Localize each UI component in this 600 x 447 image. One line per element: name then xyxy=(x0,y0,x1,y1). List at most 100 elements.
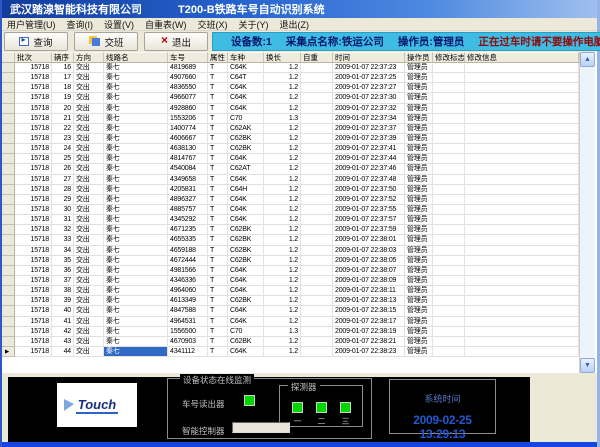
grid-cell[interactable]: 管理员 xyxy=(405,63,433,73)
grid-cell[interactable] xyxy=(433,205,465,215)
grid-cell[interactable]: 15718 xyxy=(15,266,52,276)
record-selector-cell[interactable] xyxy=(2,276,15,286)
grid-cell[interactable]: 1.2 xyxy=(264,246,301,256)
record-selector-cell[interactable] xyxy=(2,164,15,174)
grid-cell[interactable] xyxy=(465,104,579,114)
grid-cell[interactable] xyxy=(465,185,579,195)
grid-cell[interactable]: 2009-01-07 22:37:25 xyxy=(333,73,405,83)
grid-cell[interactable]: 2009-01-07 22:37:30 xyxy=(333,93,405,103)
grid-cell[interactable]: 管理员 xyxy=(405,144,433,154)
grid-cell[interactable]: 交出 xyxy=(74,83,104,93)
grid-cell[interactable]: 管理员 xyxy=(405,83,433,93)
grid-cell[interactable] xyxy=(301,306,333,316)
grid-cell[interactable]: 34 xyxy=(52,246,74,256)
grid-cell[interactable]: T xyxy=(208,215,228,225)
grid-cell[interactable]: 4346336 xyxy=(168,276,208,286)
grid-cell[interactable]: 秦七 xyxy=(104,276,168,286)
grid-cell[interactable] xyxy=(301,266,333,276)
grid-cell[interactable]: 管理员 xyxy=(405,337,433,347)
grid-cell[interactable]: 交出 xyxy=(74,225,104,235)
grid-cell[interactable]: 交出 xyxy=(74,63,104,73)
grid-cell[interactable]: 15718 xyxy=(15,73,52,83)
grid-cell[interactable]: 1.2 xyxy=(264,83,301,93)
grid-cell[interactable] xyxy=(433,296,465,306)
grid-cell[interactable]: 2009-01-07 22:38:19 xyxy=(333,327,405,337)
grid-cell[interactable]: 2009-01-07 22:38:15 xyxy=(333,306,405,316)
grid-cell[interactable]: 交出 xyxy=(74,185,104,195)
grid-cell[interactable]: 秦七 xyxy=(104,63,168,73)
grid-cell[interactable]: 管理员 xyxy=(405,296,433,306)
grid-cell[interactable] xyxy=(433,93,465,103)
grid-cell[interactable]: 管理员 xyxy=(405,286,433,296)
grid-cell[interactable]: 2009-01-07 22:37:41 xyxy=(333,144,405,154)
grid-cell[interactable]: 2009-01-07 22:37:50 xyxy=(333,185,405,195)
record-selector-cell[interactable] xyxy=(2,124,15,134)
grid-cell[interactable]: 管理员 xyxy=(405,276,433,286)
grid-cell[interactable] xyxy=(301,134,333,144)
grid-cell[interactable]: 1400774 xyxy=(168,124,208,134)
grid-cell[interactable]: 33 xyxy=(52,235,74,245)
grid-cell[interactable] xyxy=(465,235,579,245)
grid-cell[interactable]: T xyxy=(208,347,228,357)
record-selector-cell[interactable] xyxy=(2,225,15,235)
grid-cell[interactable] xyxy=(465,317,579,327)
grid-cell[interactable]: 15718 xyxy=(15,104,52,114)
grid-cell[interactable]: 4885757 xyxy=(168,205,208,215)
grid-cell[interactable]: 22 xyxy=(52,124,74,134)
grid-cell[interactable]: T xyxy=(208,276,228,286)
grid-cell[interactable]: 秦七 xyxy=(104,205,168,215)
grid-cell[interactable]: T xyxy=(208,256,228,266)
grid-cell[interactable]: T xyxy=(208,124,228,134)
grid-cell[interactable] xyxy=(301,154,333,164)
grid-cell[interactable]: 21 xyxy=(52,114,74,124)
grid-cell[interactable] xyxy=(301,185,333,195)
grid-cell[interactable]: C64T xyxy=(228,73,264,83)
grid-cell[interactable] xyxy=(433,185,465,195)
grid-cell[interactable]: T xyxy=(208,235,228,245)
grid-cell[interactable]: 管理员 xyxy=(405,317,433,327)
menu-item-2[interactable]: 设置(V) xyxy=(104,18,134,31)
grid-cell[interactable]: 1.2 xyxy=(264,134,301,144)
grid-cell[interactable]: 交出 xyxy=(74,124,104,134)
grid-cell[interactable]: C64K xyxy=(228,306,264,316)
grid-cell[interactable]: 管理员 xyxy=(405,266,433,276)
grid-cell[interactable] xyxy=(433,327,465,337)
grid-cell[interactable] xyxy=(433,317,465,327)
grid-cell[interactable]: 2009-01-07 22:37:57 xyxy=(333,215,405,225)
grid-cell[interactable]: 1.2 xyxy=(264,337,301,347)
grid-cell[interactable]: 秦七 xyxy=(104,134,168,144)
grid-cell[interactable]: 4964060 xyxy=(168,286,208,296)
grid-cell[interactable] xyxy=(433,347,465,357)
grid-cell[interactable]: C70 xyxy=(228,114,264,124)
grid-cell[interactable]: 15718 xyxy=(15,246,52,256)
grid-cell[interactable] xyxy=(465,225,579,235)
grid-cell[interactable] xyxy=(433,154,465,164)
grid-cell[interactable]: 2009-01-07 22:37:37 xyxy=(333,124,405,134)
grid-cell[interactable] xyxy=(301,104,333,114)
grid-cell[interactable]: 秦七 xyxy=(104,83,168,93)
record-selector-cell[interactable] xyxy=(2,286,15,296)
grid-cell[interactable]: 秦七 xyxy=(104,286,168,296)
grid-cell[interactable]: 1.2 xyxy=(264,286,301,296)
grid-cell[interactable] xyxy=(433,134,465,144)
grid-cell[interactable]: T xyxy=(208,134,228,144)
grid-cell[interactable]: 1.2 xyxy=(264,144,301,154)
grid-cell[interactable]: 管理员 xyxy=(405,347,433,357)
record-selector-cell[interactable] xyxy=(2,114,15,124)
grid-cell[interactable]: 2009-01-07 22:37:32 xyxy=(333,104,405,114)
grid-cell[interactable] xyxy=(301,83,333,93)
grid-cell[interactable] xyxy=(465,276,579,286)
grid-cell[interactable] xyxy=(465,93,579,103)
grid-cell[interactable]: 31 xyxy=(52,215,74,225)
grid-cell[interactable] xyxy=(465,215,579,225)
grid-cell[interactable]: 4205831 xyxy=(168,185,208,195)
grid-cell[interactable]: 15718 xyxy=(15,276,52,286)
grid-cell[interactable]: 秦七 xyxy=(104,164,168,174)
grid-cell[interactable]: 4349658 xyxy=(168,175,208,185)
grid-cell[interactable]: 1.2 xyxy=(264,256,301,266)
grid-cell[interactable]: 15718 xyxy=(15,114,52,124)
grid-cell[interactable]: 35 xyxy=(52,256,74,266)
grid-cell[interactable]: 2009-01-07 22:38:23 xyxy=(333,347,405,357)
grid-cell[interactable] xyxy=(301,246,333,256)
grid-cell[interactable]: 4847588 xyxy=(168,306,208,316)
